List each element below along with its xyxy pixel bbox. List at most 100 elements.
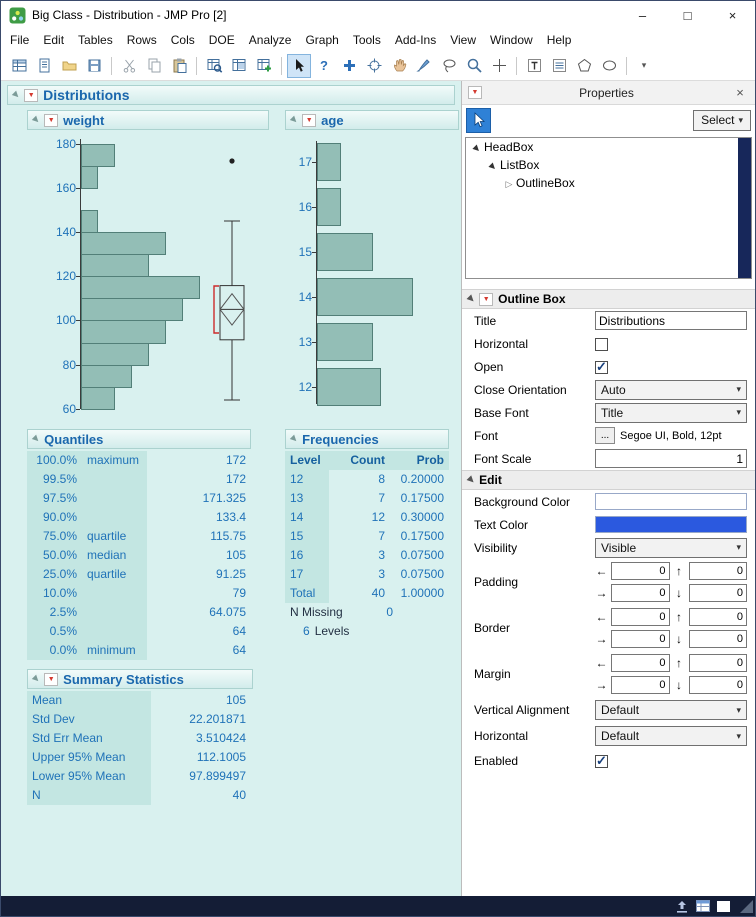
- weight-histogram-bar[interactable]: [81, 364, 132, 388]
- cut-icon[interactable]: [117, 54, 141, 78]
- vertical-alignment-select[interactable]: Default: [595, 700, 747, 720]
- collapse-triangle-icon[interactable]: [289, 115, 299, 125]
- menu-item-tables[interactable]: Tables: [71, 31, 120, 49]
- weight-histogram-bar[interactable]: [81, 209, 98, 234]
- lasso-icon[interactable]: [437, 54, 461, 78]
- weight-outlier-boxplot[interactable]: [209, 137, 257, 421]
- menu-item-addins[interactable]: Add-Ins: [388, 31, 443, 49]
- text-box-icon[interactable]: [522, 54, 546, 78]
- magnifier-icon[interactable]: [462, 54, 486, 78]
- age-histogram-bar[interactable]: [317, 322, 373, 361]
- tree-item-outlinebox[interactable]: OutlineBox: [466, 174, 751, 192]
- table-add-icon[interactable]: [252, 54, 276, 78]
- age-histogram-bar[interactable]: [317, 142, 341, 181]
- menu-item-window[interactable]: Window: [483, 31, 540, 49]
- polygon-icon[interactable]: [572, 54, 596, 78]
- age-histogram-bar[interactable]: [317, 277, 413, 316]
- margin-left-input[interactable]: [611, 654, 670, 672]
- menu-item-file[interactable]: File: [3, 31, 36, 49]
- edit-section-header[interactable]: Edit: [462, 470, 755, 490]
- menu-item-rows[interactable]: Rows: [120, 31, 164, 49]
- oval-icon[interactable]: [597, 54, 621, 78]
- pointer-tool-button[interactable]: [466, 107, 491, 133]
- age-histogram[interactable]: 12 13 14 15 16 17: [295, 137, 459, 421]
- menu-item-help[interactable]: Help: [540, 31, 579, 49]
- red-triangle-menu-icon[interactable]: [44, 113, 59, 127]
- table-summary-icon[interactable]: [227, 54, 251, 78]
- enabled-checkbox[interactable]: [595, 753, 608, 769]
- weight-histogram-bar[interactable]: [81, 320, 166, 344]
- summary-statistics-outline-header[interactable]: Summary Statistics: [27, 669, 253, 689]
- border-bottom-input[interactable]: [688, 630, 747, 648]
- new-journal-icon[interactable]: [32, 54, 56, 78]
- horizontal-alignment-select[interactable]: Default: [595, 726, 747, 746]
- border-top-input[interactable]: [688, 608, 747, 626]
- menu-item-edit[interactable]: Edit: [36, 31, 71, 49]
- collapse-triangle-icon[interactable]: [31, 674, 41, 684]
- text-color-swatch[interactable]: [595, 516, 747, 533]
- tree-scrollbar[interactable]: [738, 138, 751, 278]
- menu-item-doe[interactable]: DOE: [202, 31, 242, 49]
- close-button[interactable]: ×: [710, 1, 755, 29]
- brush-icon[interactable]: [412, 54, 436, 78]
- collapse-triangle-icon[interactable]: [289, 434, 299, 444]
- collapse-triangle-icon[interactable]: [466, 294, 476, 304]
- border-left-input[interactable]: [611, 608, 670, 626]
- minimize-button[interactable]: –: [620, 1, 665, 29]
- collapse-triangle-icon[interactable]: [31, 434, 41, 444]
- fat-plus-icon[interactable]: [337, 54, 361, 78]
- margin-right-input[interactable]: [611, 676, 670, 694]
- table-find-icon[interactable]: [202, 54, 226, 78]
- padding-right-input[interactable]: [611, 584, 670, 602]
- weight-histogram-bar[interactable]: [81, 254, 149, 278]
- weight-histogram-bar[interactable]: [81, 386, 115, 410]
- help-icon[interactable]: ?: [312, 54, 336, 78]
- red-triangle-menu-icon[interactable]: [24, 88, 39, 102]
- red-triangle-menu-icon[interactable]: [44, 672, 59, 686]
- menu-item-graph[interactable]: Graph: [298, 31, 345, 49]
- weight-histogram-bar[interactable]: [81, 342, 149, 366]
- weight-histogram[interactable]: 60 80 100 120 140 160 180: [45, 137, 221, 421]
- distributions-outline-header[interactable]: Distributions: [7, 85, 455, 105]
- age-histogram-bar[interactable]: [317, 367, 381, 406]
- menu-item-analyze[interactable]: Analyze: [242, 31, 299, 49]
- collapse-triangle-icon[interactable]: [11, 90, 21, 100]
- copy-icon[interactable]: [142, 54, 166, 78]
- weight-histogram-bar[interactable]: [81, 143, 115, 167]
- arrow-cursor-icon[interactable]: [287, 53, 311, 78]
- margin-bottom-input[interactable]: [688, 676, 747, 694]
- weight-histogram-bar[interactable]: [81, 276, 200, 300]
- background-color-swatch[interactable]: [595, 493, 747, 510]
- menu-item-tools[interactable]: Tools: [346, 31, 388, 49]
- margin-top-input[interactable]: [688, 654, 747, 672]
- outline-box-section-header[interactable]: Outline Box: [462, 289, 755, 309]
- collapsed-caret-icon[interactable]: [502, 176, 516, 190]
- base-font-select[interactable]: Title: [595, 402, 747, 423]
- tree-item-headbox[interactable]: HeadBox: [466, 138, 751, 156]
- padding-left-input[interactable]: [611, 562, 670, 580]
- weight-histogram-bar[interactable]: [81, 232, 166, 256]
- tree-item-listbox[interactable]: ListBox: [466, 156, 751, 174]
- crosshair-icon[interactable]: [362, 54, 386, 78]
- grabber-hand-icon[interactable]: [387, 54, 411, 78]
- open-icon[interactable]: [57, 54, 81, 78]
- weight-histogram-bar[interactable]: [81, 298, 183, 322]
- save-icon[interactable]: [82, 54, 106, 78]
- red-triangle-menu-icon[interactable]: [468, 86, 482, 99]
- window-thumbnail-icon[interactable]: [717, 900, 730, 912]
- up-arrow-icon[interactable]: [675, 900, 689, 913]
- horizontal-checkbox[interactable]: [595, 337, 608, 351]
- red-triangle-menu-icon[interactable]: [479, 292, 494, 306]
- visibility-select[interactable]: Visible: [595, 537, 747, 558]
- age-histogram-bar[interactable]: [317, 187, 341, 226]
- maximize-button[interactable]: □: [665, 1, 710, 29]
- quantiles-outline-header[interactable]: Quantiles: [27, 429, 251, 449]
- close-orientation-select[interactable]: Auto: [595, 379, 747, 400]
- paste-icon[interactable]: [167, 54, 191, 78]
- open-checkbox[interactable]: [595, 359, 608, 375]
- new-data-table-icon[interactable]: [7, 54, 31, 78]
- padding-bottom-input[interactable]: [688, 584, 747, 602]
- select-dropdown-button[interactable]: Select: [693, 109, 751, 131]
- padding-top-input[interactable]: [688, 562, 747, 580]
- age-histogram-bar[interactable]: [317, 232, 373, 271]
